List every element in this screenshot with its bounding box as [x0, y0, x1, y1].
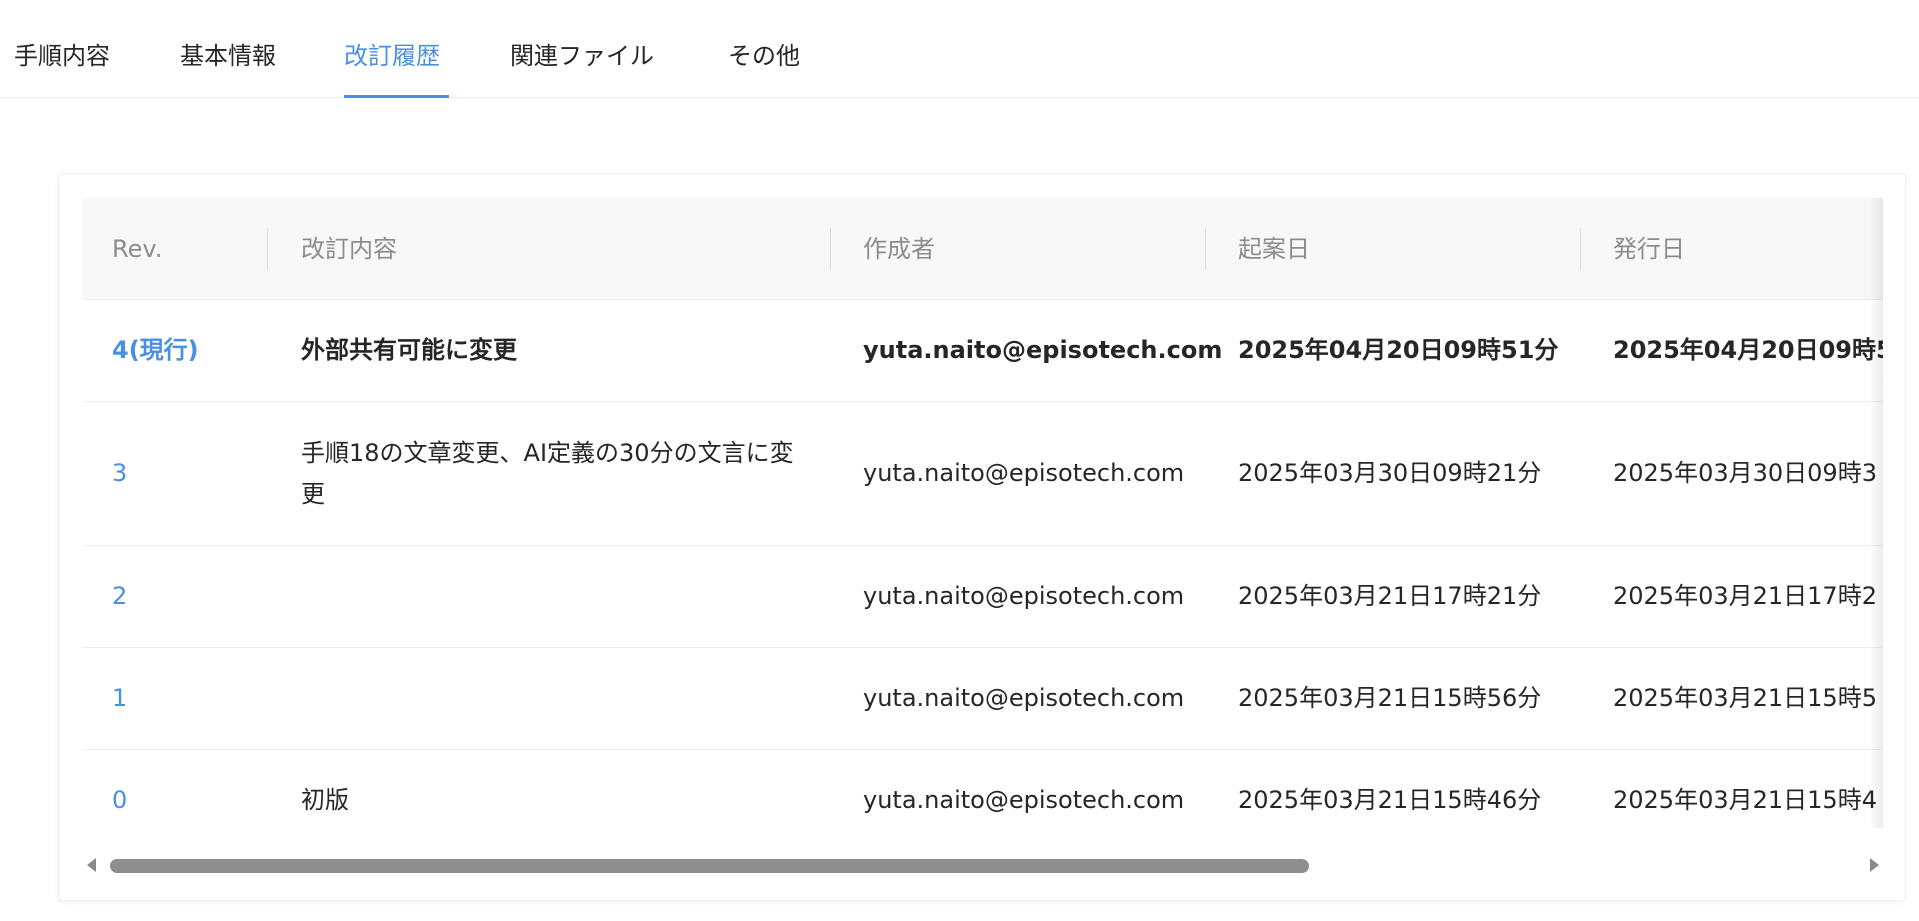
author-email: yuta.naito@episotech.com	[863, 786, 1185, 814]
draft-date: 2025年04月20日09時51分	[1238, 336, 1559, 364]
draft-date: 2025年03月21日15時56分	[1238, 684, 1542, 712]
table-row: 1 yuta.naito@episotech.com 2025年03月21日15…	[83, 648, 1883, 750]
author-email: yuta.naito@episotech.com	[863, 582, 1185, 610]
rev-link[interactable]: 3	[112, 402, 127, 545]
tab-procedure-content[interactable]: 手順内容	[14, 36, 110, 98]
rev-link[interactable]: 1	[112, 648, 127, 749]
revision-content: 初版	[301, 786, 349, 814]
column-separator	[1205, 228, 1206, 270]
issue-date: 2025年04月20日09時5	[1613, 336, 1883, 364]
header-issue-date: 発行日	[1613, 235, 1685, 263]
header-draft-date: 起案日	[1238, 235, 1310, 263]
revision-content: 外部共有可能に変更	[301, 336, 517, 364]
header-rev: Rev.	[112, 235, 163, 263]
active-tab-indicator	[344, 95, 449, 98]
horizontal-scrollbar[interactable]	[83, 854, 1883, 878]
rev-link[interactable]: 2	[112, 546, 127, 647]
tab-revision-history[interactable]: 改訂履歴	[344, 36, 440, 98]
scrollbar-thumb[interactable]	[110, 859, 1309, 873]
author-email: yuta.naito@episotech.com	[863, 459, 1185, 487]
caret-left-icon[interactable]	[87, 858, 96, 872]
rev-link[interactable]: 0	[112, 750, 127, 828]
draft-date: 2025年03月21日15時46分	[1238, 786, 1542, 814]
table-row: 3 手順18の文章変更、AI定義の30分の文言に変更 yuta.naito@ep…	[83, 402, 1883, 546]
tab-other[interactable]: その他	[728, 36, 800, 98]
table-header: Rev. 改訂内容 作成者 起案日 発行日	[83, 198, 1883, 300]
issue-date: 2025年03月21日15時5	[1613, 684, 1877, 712]
header-content: 改訂内容	[301, 235, 397, 263]
revision-history-card: Rev. 改訂内容 作成者 起案日 発行日 4(現行) 外部共有可能に変更 yu…	[59, 174, 1905, 900]
revision-content: 手順18の文章変更、AI定義の30分の文言に変更	[301, 438, 794, 508]
column-separator	[1580, 228, 1581, 270]
draft-date: 2025年03月30日09時21分	[1238, 459, 1542, 487]
tab-bar: 手順内容 基本情報 改訂履歴 関連ファイル その他	[0, 0, 1919, 98]
revision-table: Rev. 改訂内容 作成者 起案日 発行日 4(現行) 外部共有可能に変更 yu…	[83, 198, 1883, 828]
rev-link[interactable]: 4(現行)	[112, 300, 199, 401]
caret-right-icon[interactable]	[1870, 858, 1879, 872]
issue-date: 2025年03月21日17時2	[1613, 582, 1877, 610]
issue-date: 2025年03月21日15時4	[1613, 786, 1877, 814]
author-email: yuta.naito@episotech.com	[863, 336, 1223, 364]
table-row: 4(現行) 外部共有可能に変更 yuta.naito@episotech.com…	[83, 300, 1883, 402]
issue-date: 2025年03月30日09時3	[1613, 459, 1877, 487]
tab-basic-info[interactable]: 基本情報	[180, 36, 276, 98]
column-separator	[830, 228, 831, 270]
tab-related-files[interactable]: 関連ファイル	[510, 36, 654, 98]
header-author: 作成者	[863, 235, 935, 263]
draft-date: 2025年03月21日17時21分	[1238, 582, 1542, 610]
table-row: 0 初版 yuta.naito@episotech.com 2025年03月21…	[83, 750, 1883, 828]
table-row: 2 yuta.naito@episotech.com 2025年03月21日17…	[83, 546, 1883, 648]
author-email: yuta.naito@episotech.com	[863, 684, 1185, 712]
column-separator	[267, 228, 268, 270]
